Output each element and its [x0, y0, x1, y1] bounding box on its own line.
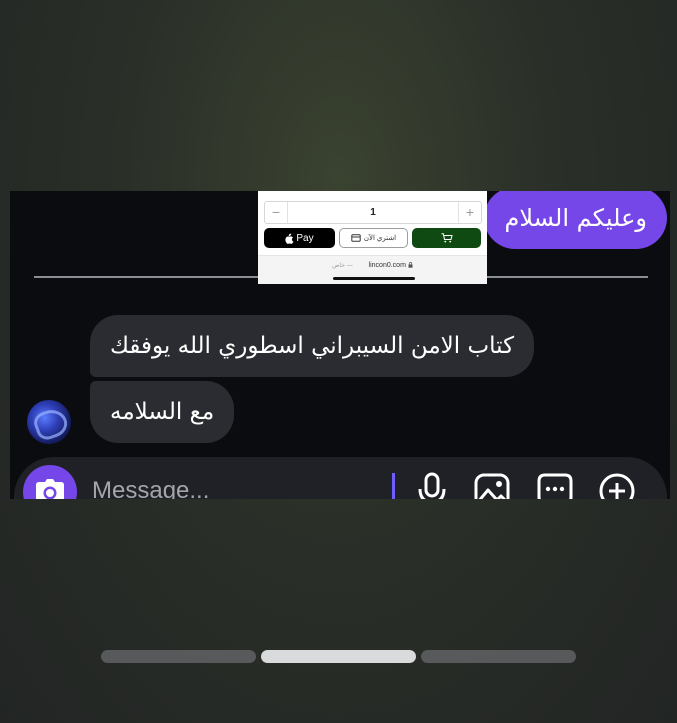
lock-icon [408, 262, 413, 268]
url-label: lincon0.com [368, 262, 406, 269]
camera-button[interactable] [23, 465, 77, 499]
address-text: خاص — lincon0.com [258, 262, 487, 269]
page-indicator-3[interactable] [421, 650, 576, 663]
text-cursor [392, 473, 395, 499]
apple-logo-icon [285, 233, 294, 244]
page-indicator-1[interactable] [101, 650, 256, 663]
microphone-button[interactable] [412, 471, 452, 499]
decrease-quantity-button[interactable]: − [265, 202, 288, 223]
wallet-icon [351, 234, 361, 242]
private-label: خاص — [332, 263, 353, 269]
add-to-cart-button[interactable] [412, 228, 481, 248]
sticker-button[interactable] [535, 471, 575, 499]
gallery-button[interactable] [472, 471, 512, 499]
browser-address-bar[interactable]: خاص — lincon0.com [258, 255, 487, 284]
add-button[interactable] [597, 471, 637, 499]
apple-pay-label: Pay [296, 232, 314, 244]
buy-now-label: اشتري الآن [363, 235, 397, 242]
shop-preview-screenshot[interactable]: − 1 + Pay اشتري الآن خاص — lincon0.com [258, 191, 487, 284]
home-indicator [333, 277, 415, 280]
increase-quantity-button[interactable]: + [458, 202, 481, 223]
plus-circle-icon [599, 473, 635, 499]
microphone-icon [418, 472, 446, 499]
apple-pay-button[interactable]: Pay [264, 228, 335, 248]
received-message-bubble[interactable]: كتاب الامن السيبراني اسطوري الله يوفقك [90, 315, 535, 377]
sent-message-bubble[interactable]: وعليكم السلام [484, 191, 667, 249]
page-indicator-2-active[interactable] [261, 650, 416, 663]
chat-bubble-icon [537, 473, 573, 499]
sender-avatar[interactable] [27, 400, 71, 444]
quantity-stepper: − 1 + [264, 201, 482, 224]
received-message-bubble[interactable]: مع السلامه [90, 381, 235, 443]
cart-icon [441, 233, 453, 243]
buy-now-button[interactable]: اشتري الآن [339, 228, 408, 248]
message-input[interactable] [90, 471, 374, 499]
image-icon [474, 473, 510, 499]
message-composer [14, 457, 667, 499]
quantity-value: 1 [370, 207, 376, 218]
camera-icon [36, 479, 64, 499]
